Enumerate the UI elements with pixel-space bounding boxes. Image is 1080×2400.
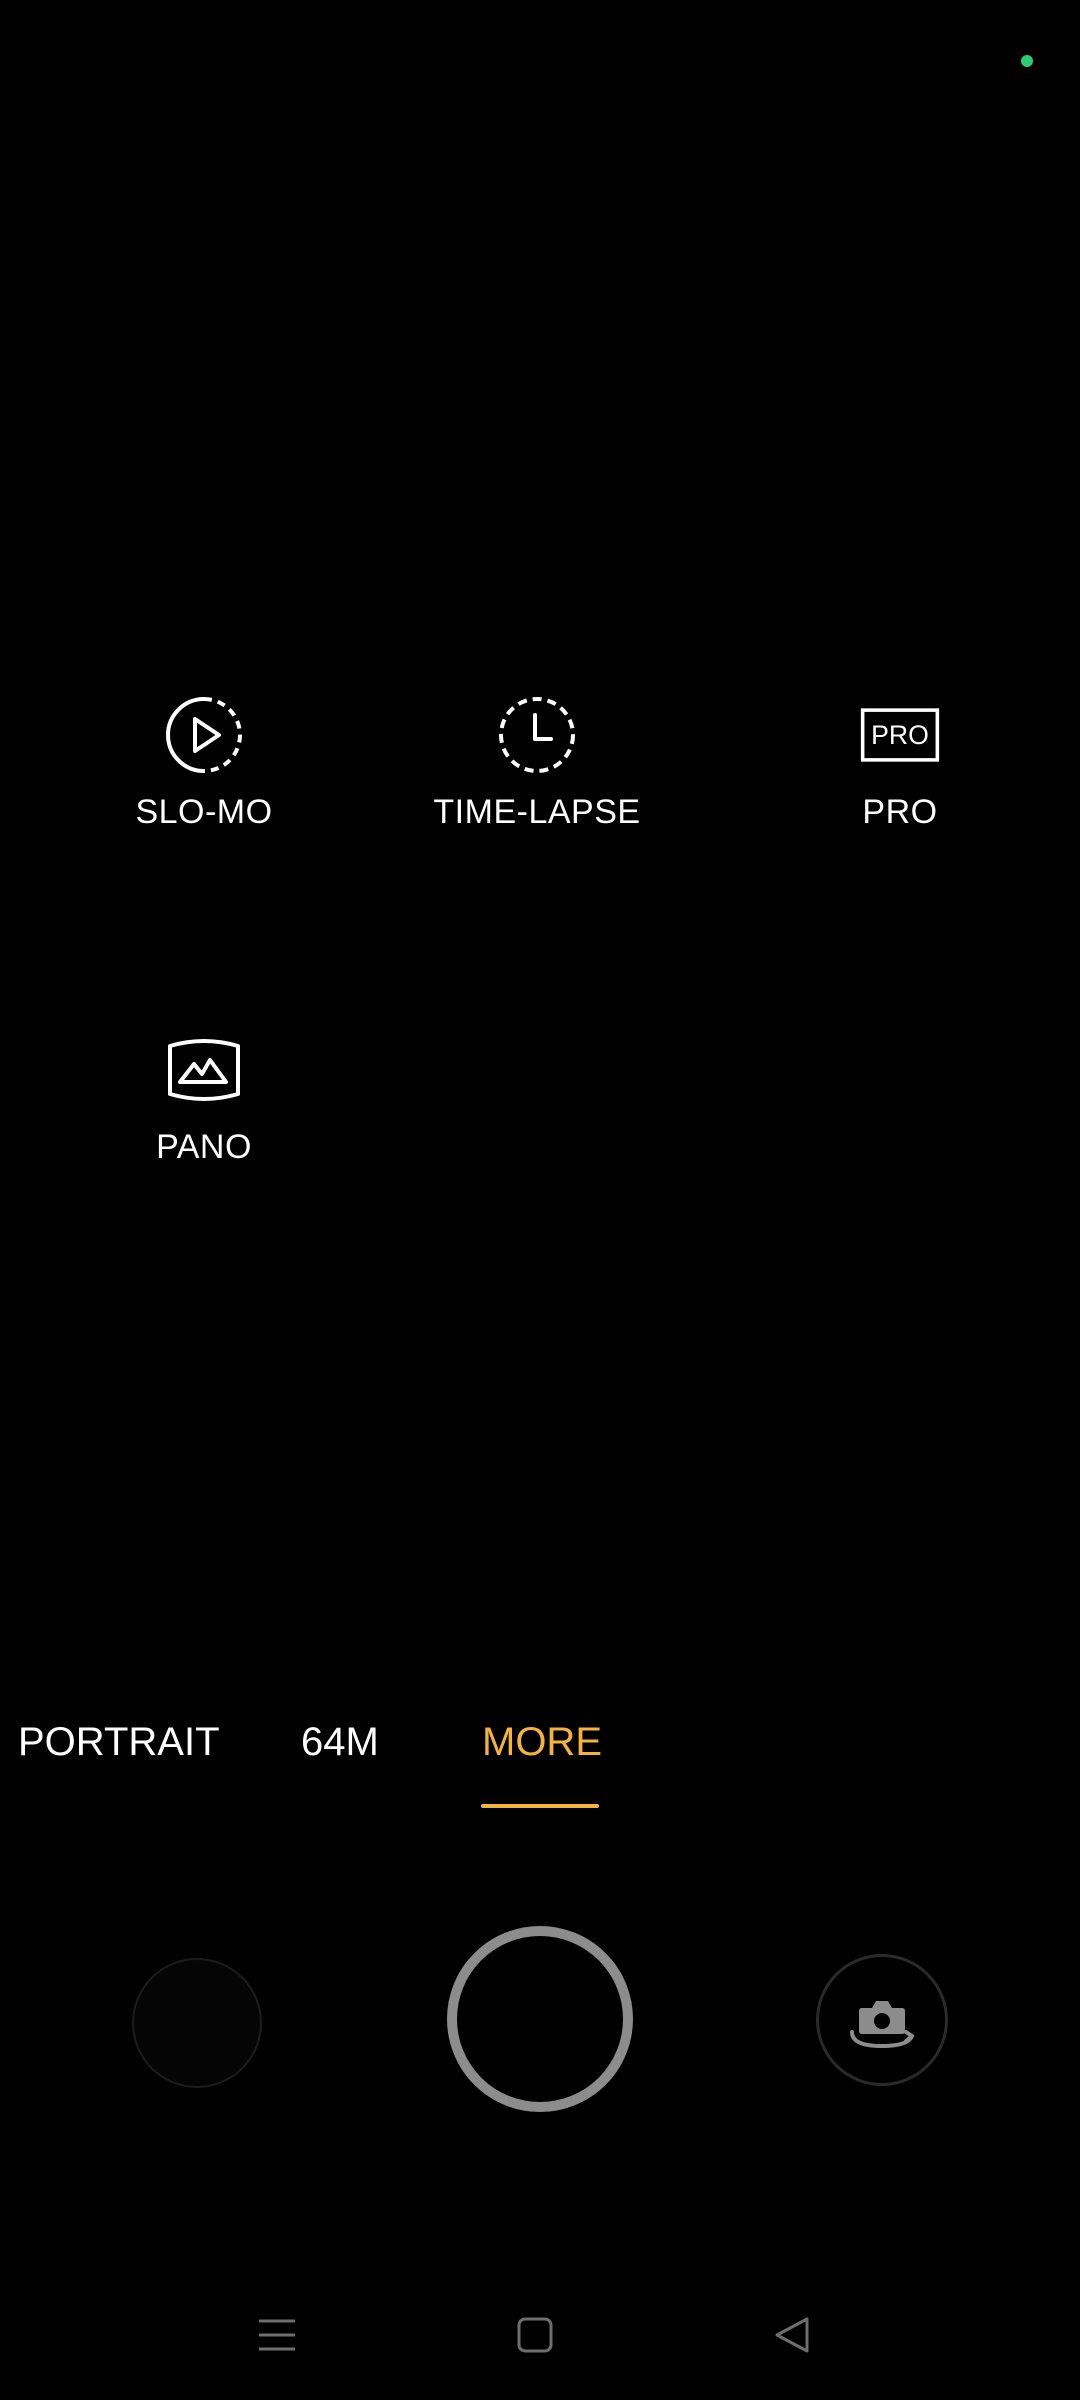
mode-slo-mo[interactable]: SLO-MO [54,695,354,832]
svg-text:PRO: PRO [871,720,929,750]
mode-label: PRO [862,793,938,831]
back-icon [775,2317,809,2353]
mode-time-lapse[interactable]: TIME-LAPSE [387,695,687,832]
shutter-button[interactable] [447,1926,633,2112]
menu-icon [259,2319,295,2351]
mode-label: SLO-MO [135,793,273,831]
back-button[interactable] [748,2290,838,2380]
slow-motion-icon [164,695,244,775]
tab-64m[interactable]: 64M [301,1720,379,1765]
mode-label: TIME-LAPSE [433,793,641,831]
active-tab-indicator [481,1804,599,1808]
flip-camera-button[interactable] [816,1954,948,2086]
panorama-icon [164,1030,244,1110]
gallery-thumbnail[interactable] [132,1958,262,2088]
home-button[interactable] [490,2290,580,2380]
pro-mode-icon: PRO [860,695,940,775]
menu-button[interactable] [232,2290,322,2380]
tab-more[interactable]: MORE [482,1720,602,1765]
mode-pro[interactable]: PRO PRO [750,695,1050,832]
camera-in-use-indicator [1021,55,1033,67]
mode-label: PANO [156,1128,252,1166]
home-icon [517,2317,553,2353]
system-navigation-bar [0,2290,1080,2380]
tab-portrait[interactable]: PORTRAIT [18,1720,220,1765]
mode-pano[interactable]: PANO [54,1030,354,1167]
flip-camera-icon [850,2001,914,2049]
mode-selector: PORTRAIT 64M MORE [0,1720,1080,1810]
time-lapse-icon [497,695,577,775]
capture-controls [0,1920,1080,2120]
